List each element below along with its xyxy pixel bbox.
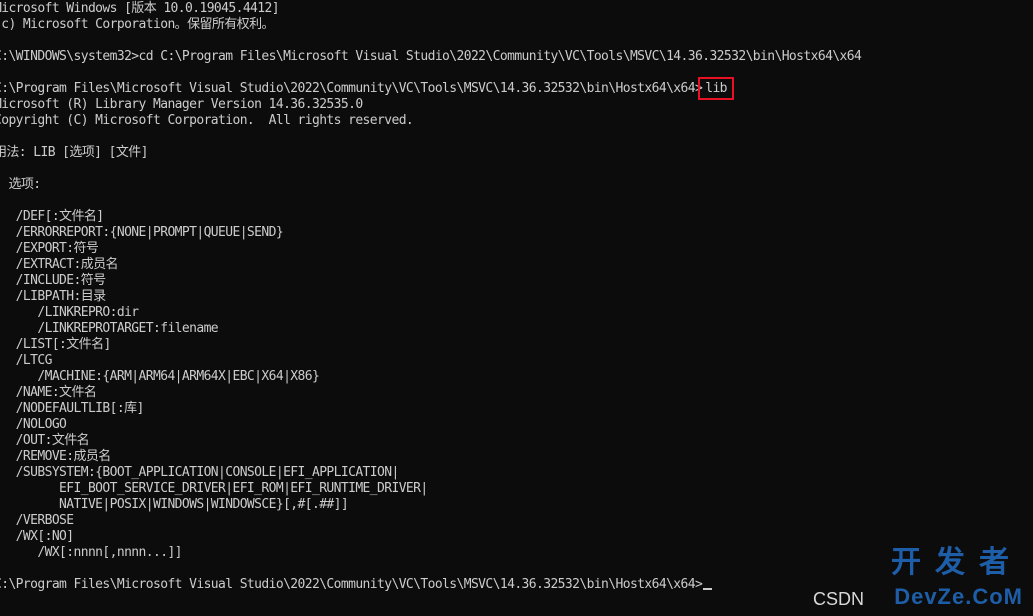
option-line: /NOLOGO: [0, 417, 67, 432]
text-cursor: [703, 588, 713, 590]
lib-command-line: C:\Program Files\Microsoft Visual Studio…: [0, 77, 1033, 100]
console-output[interactable]: Microsoft Windows [版本 10.0.19045.4412] (…: [0, 0, 1033, 616]
watermark-csdn-text: CSDN: [813, 589, 865, 609]
option-line: /OUT:文件名: [0, 433, 90, 448]
option-line: /VERBOSE: [0, 513, 74, 528]
option-line: EFI_BOOT_SERVICE_DRIVER|EFI_ROM|EFI_RUNT…: [0, 481, 428, 496]
option-line: /LTCG: [15, 353, 53, 368]
option-line: /DEF[:文件名]: [0, 209, 104, 224]
option-line: /SUBSYSTEM:{BOOT_APPLICATION|CONSOLE|EFI…: [0, 465, 400, 480]
option-line: /EXTRACT:成员名: [0, 257, 119, 272]
option-line: /EXPORT:符号: [0, 241, 99, 256]
version-line: Microsoft (R) Library Manager Version 14…: [0, 97, 363, 112]
watermark-en-text: DevZe.CoM: [894, 584, 1023, 609]
prompt-text: C:\Program Files\Microsoft Visual Studio…: [0, 81, 703, 96]
option-line: /LINKREPROTARGET:filename: [0, 321, 219, 336]
option-line: /NAME:文件名: [0, 385, 97, 400]
option-line: /WX[:NO]: [0, 529, 74, 544]
typed-command-highlight: lib: [698, 77, 734, 100]
option-line: /LIBPATH:目录: [0, 289, 106, 304]
watermark-cn-text: 开发者: [891, 545, 1023, 580]
cd-command-line: C:\WINDOWS\system32>cd C:\Program Files\…: [0, 49, 862, 64]
header-line-1: Microsoft Windows [版本 10.0.19045.4412]: [0, 1, 280, 16]
option-line: /MACHINE:{ARM|ARM64|ARM64X|EBC|X64|X86}: [0, 369, 320, 384]
options-header: 选项:: [8, 177, 41, 192]
copyright-line: Copyright (C) Microsoft Corporation. All…: [0, 113, 414, 128]
header-line-2: (c) Microsoft Corporation。保留所有权利。: [0, 17, 274, 32]
final-prompt-text: C:\Program Files\Microsoft Visual Studio…: [0, 577, 703, 592]
option-line: /REMOVE:成员名: [0, 449, 112, 464]
option-line: /NODEFAULTLIB[:库]: [0, 401, 145, 416]
option-line: /LINKREPRO:dir: [0, 305, 139, 320]
option-line: /LIST[:文件名]: [0, 337, 112, 352]
usage-line: 用法: LIB [选项] [文件]: [0, 145, 149, 160]
option-line: /INCLUDE:符号: [0, 273, 106, 288]
option-line: /ERRORREPORT:{NONE|PROMPT|QUEUE|SEND}: [0, 225, 284, 240]
option-line: NATIVE|POSIX|WINDOWS|WINDOWSCE}[,#[.##]]: [0, 497, 349, 512]
watermark: 开发者 CSDN DevZe.CoM: [813, 546, 1023, 610]
